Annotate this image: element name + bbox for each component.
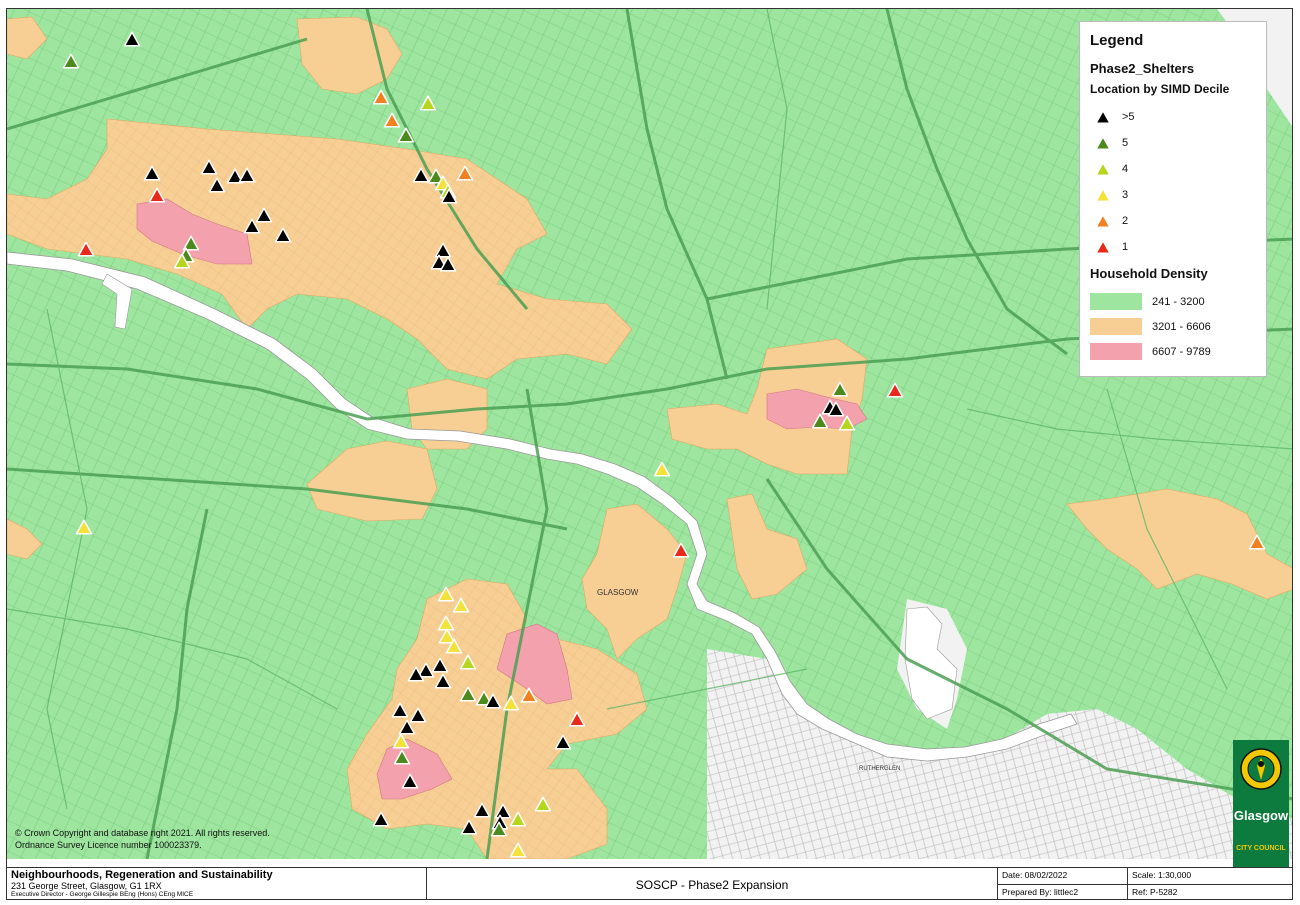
legend-decile-row: 5 bbox=[1090, 130, 1256, 156]
footer-date: Date: 08/02/2022 bbox=[998, 868, 1128, 885]
triangle-icon bbox=[1095, 239, 1111, 255]
legend-title: Legend bbox=[1090, 32, 1144, 49]
legend-decile-label: 5 bbox=[1122, 137, 1129, 149]
legend-density-label: 3201 - 6606 bbox=[1152, 320, 1211, 333]
crest-icon bbox=[1240, 748, 1282, 790]
density-swatch bbox=[1090, 343, 1142, 360]
legend-density-title: Household Density bbox=[1090, 266, 1208, 281]
legend-layer-name: Phase2_Shelters bbox=[1090, 61, 1195, 76]
copyright-notice: © Crown Copyright and database right 202… bbox=[15, 827, 270, 851]
triangle-icon bbox=[1095, 109, 1111, 125]
map-frame: GLASGOW RUTHERGLEN Legend Phase2_Shelter… bbox=[6, 8, 1293, 900]
footer-scale: Scale: 1:30,000 bbox=[1128, 868, 1292, 885]
copyright-line-1: © Crown Copyright and database right 202… bbox=[15, 828, 270, 838]
footer-address: 231 George Street, Glasgow, G1 1RX bbox=[11, 881, 162, 891]
triangle-icon bbox=[1095, 213, 1111, 229]
density-swatch bbox=[1090, 318, 1142, 335]
legend-density-label: 241 - 3200 bbox=[1152, 295, 1205, 308]
triangle-icon bbox=[1095, 187, 1111, 203]
legend-density-label: 6607 - 9789 bbox=[1152, 345, 1211, 358]
legend-decile-label: 3 bbox=[1122, 189, 1129, 201]
legend-decile-label: 1 bbox=[1122, 241, 1129, 253]
footer-prepared-by: Prepared By: littlec2 bbox=[998, 885, 1128, 899]
triangle-icon bbox=[1095, 161, 1111, 177]
legend-panel: Legend Phase2_Shelters Location by SIMD … bbox=[1079, 21, 1267, 377]
place-label-glasgow: GLASGOW bbox=[597, 588, 639, 597]
footer-organisation: Neighbourhoods, Regeneration and Sustain… bbox=[11, 869, 273, 881]
logo-subtitle: CITY COUNCIL bbox=[1236, 845, 1286, 852]
legend-decile-row: 1 bbox=[1090, 234, 1256, 260]
legend-decile-list: >5 5 4 3 2 1 bbox=[1090, 104, 1256, 260]
triangle-icon bbox=[1095, 135, 1111, 151]
legend-density-row: 241 - 3200 bbox=[1090, 289, 1256, 314]
footer-director: Executive Director - George Gillespie BE… bbox=[11, 891, 194, 898]
legend-density-row: 3201 - 6606 bbox=[1090, 314, 1256, 339]
title-block: Neighbourhoods, Regeneration and Sustain… bbox=[7, 867, 1292, 899]
map-title: SOSCP - Phase2 Expansion bbox=[427, 868, 998, 899]
legend-decile-row: 2 bbox=[1090, 208, 1256, 234]
council-logo: Glasgow CITY COUNCIL bbox=[1233, 740, 1289, 871]
legend-decile-label: >5 bbox=[1122, 111, 1135, 123]
footer-ref: Ref: P-5282 bbox=[1132, 887, 1178, 897]
legend-decile-row: 3 bbox=[1090, 182, 1256, 208]
place-label-rutherglen: RUTHERGLEN bbox=[859, 766, 900, 772]
copyright-line-2: Ordnance Survey Licence number 100023379… bbox=[15, 840, 202, 850]
legend-decile-row: >5 bbox=[1090, 104, 1256, 130]
density-swatch bbox=[1090, 293, 1142, 310]
logo-name: Glasgow bbox=[1233, 808, 1289, 823]
legend-decile-label: 2 bbox=[1122, 215, 1129, 227]
legend-subtitle: Location by SIMD Decile bbox=[1090, 82, 1230, 96]
legend-density-list: 241 - 3200 3201 - 6606 6607 - 9789 bbox=[1090, 289, 1256, 364]
legend-decile-row: 4 bbox=[1090, 156, 1256, 182]
legend-decile-label: 4 bbox=[1122, 163, 1129, 175]
legend-density-row: 6607 - 9789 bbox=[1090, 339, 1256, 364]
